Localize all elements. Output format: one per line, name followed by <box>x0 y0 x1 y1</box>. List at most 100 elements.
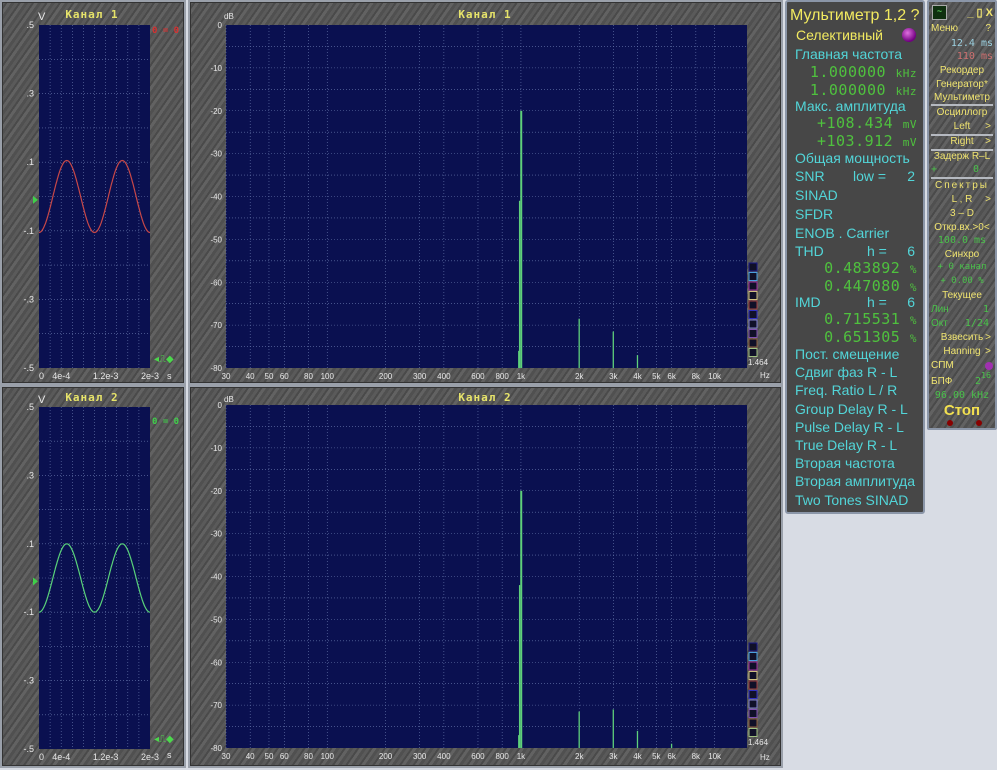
legend-swatch <box>748 300 758 310</box>
mode-indicator-icon[interactable] <box>902 28 916 42</box>
indicator-led-icon <box>976 420 982 426</box>
spectrum-peak <box>518 585 521 748</box>
y-tick-label: 0 <box>218 401 223 410</box>
current-button[interactable]: Текущее <box>931 290 993 301</box>
y-tick-label: -30 <box>210 150 222 159</box>
multimeter-item[interactable]: Пост. смещение <box>795 346 917 362</box>
legend-swatch <box>748 329 758 338</box>
multimeter-item[interactable]: Вторая частота <box>795 455 917 471</box>
y-tick-label: -20 <box>210 107 222 116</box>
y-tick-label: .3 <box>26 470 34 480</box>
max-amp-label: Макс. амплитуда <box>795 98 906 114</box>
legend-swatch <box>748 642 758 652</box>
menu-button[interactable]: Меню? <box>931 23 993 34</box>
y-tick-label: 0 <box>218 21 223 30</box>
sync-channel[interactable]: + 0 канал <box>931 262 993 272</box>
spectrum-peak <box>518 735 520 748</box>
max-amp-value-1: +108.434 mV <box>816 114 917 132</box>
control-panel: ~ _ ▯ X Меню? 12.4 ms 110 ms Рекордер Ге… <box>927 0 997 430</box>
3d-button[interactable]: 3 – D <box>931 208 993 219</box>
oscillograph-button[interactable]: Осциллогр <box>931 107 993 118</box>
x-tick-label: 3k <box>609 752 618 761</box>
delay-label[interactable]: Задерж R–L <box>931 151 993 162</box>
multimeter-panel: Мультиметр 1,2 ? Селективный Главная час… <box>785 0 925 514</box>
spectrum-panel-2: Канал 2 dB Hz 1.464 0 -10 -20 -30 -40 -50 -60-… <box>188 385 783 768</box>
multimeter-title[interactable]: Мультиметр 1,2 ? <box>790 7 919 25</box>
x-tick-label: 50 <box>265 752 274 761</box>
legend-swatch <box>748 652 758 661</box>
multimeter-item[interactable]: Two Tones SINAD <box>795 492 917 508</box>
spectrum-chart: 0-10-20-30-40-50-60-70-8030 40 50 60 80 100 20… <box>210 401 758 761</box>
enob[interactable]: ENOB . Carrier <box>795 225 917 241</box>
lin-button[interactable]: Лин 1 <box>931 304 993 315</box>
recorder-button[interactable]: Рекордер <box>931 65 993 76</box>
oct-button[interactable]: Окт 1/24 <box>931 318 993 329</box>
legend-swatch <box>748 291 758 300</box>
y-tick-label: .1 <box>26 539 34 549</box>
left-button[interactable]: Left > <box>931 121 993 132</box>
multimeter-button[interactable]: Мультиметр <box>931 92 993 103</box>
y-tick-label: -40 <box>210 193 222 202</box>
multimeter-item[interactable]: Вторая амплитуда <box>795 473 917 489</box>
right-button[interactable]: Right > <box>931 136 993 147</box>
sync-pct[interactable]: + 0.00 % <box>931 276 993 286</box>
stop-button[interactable]: Стоп <box>931 402 993 419</box>
legend-swatch <box>748 348 758 357</box>
legend-swatch <box>748 699 758 709</box>
x-tick-label: 100 <box>321 752 335 761</box>
legend-swatch <box>748 709 758 718</box>
sample-rate[interactable]: 96.00 kHz <box>931 390 993 401</box>
lr-button[interactable]: L , R > <box>931 194 993 205</box>
sync-button[interactable]: Синхро <box>931 249 993 260</box>
spectrum-peak <box>518 200 521 368</box>
open-input-button[interactable]: Откр.вх.>0< <box>931 222 993 233</box>
y-tick-label: -.3 <box>23 676 34 686</box>
x-tick-label: 8k <box>692 372 701 381</box>
x-tick-label: 50 <box>265 372 274 381</box>
x-tick-label: 300 <box>413 372 427 381</box>
y-tick-label: -40 <box>210 573 222 582</box>
x-tick-label: 2e-3 <box>141 752 159 762</box>
y-tick-label: -.5 <box>23 744 34 754</box>
sinad[interactable]: SINAD <box>795 187 917 203</box>
x-tick-label: 3k <box>609 372 618 381</box>
time-1: 12.4 ms <box>950 38 993 49</box>
fft-size[interactable]: БПФ 2 16 <box>931 370 993 387</box>
y-tick-label: .5 <box>26 402 34 412</box>
sfdr[interactable]: SFDR <box>795 206 917 222</box>
generator-button[interactable]: Генератор* <box>931 79 993 90</box>
mode-selective[interactable]: Селективный <box>796 27 917 43</box>
total-power[interactable]: Общая мощность <box>795 150 917 166</box>
spectrum-peak <box>520 110 523 368</box>
window-buttons[interactable]: _ ▯ X <box>931 6 993 19</box>
multimeter-item[interactable]: Pulse Delay R - L <box>795 419 917 435</box>
x-tick-label: 1k <box>517 752 526 761</box>
x-tick-label: 4e-4 <box>52 371 70 381</box>
x-tick-label: 4e-4 <box>52 752 70 762</box>
multimeter-item[interactable]: Group Delay R - L <box>795 401 917 417</box>
delay-value: +0 <box>931 164 979 175</box>
imd-value-1: 0.715531 % <box>824 310 917 328</box>
multimeter-item[interactable]: True Delay R - L <box>795 437 917 453</box>
imd[interactable]: IMD h = 6 <box>795 294 917 310</box>
multimeter-item[interactable]: Freq. Ratio L / R <box>795 382 917 398</box>
y-tick-label: -.1 <box>23 607 34 617</box>
x-tick-label: 2k <box>575 752 584 761</box>
thd[interactable]: THD h = 6 <box>795 243 917 259</box>
x-tick-label: 2k <box>575 372 584 381</box>
hanning-button[interactable]: Hanning > <box>931 346 993 357</box>
x-tick-label: 5k <box>652 752 661 761</box>
x-tick-label: 200 <box>379 752 393 761</box>
y-tick-label: -70 <box>210 701 222 710</box>
legend-swatch <box>748 272 758 281</box>
weigh-button[interactable]: Взвесить > <box>931 332 993 343</box>
multimeter-item[interactable]: Сдвиг фаз R - L <box>795 364 917 380</box>
spectrum-peak <box>578 318 580 368</box>
x-tick-label: 80 <box>304 752 313 761</box>
x-tick-label: 30 <box>222 372 231 381</box>
spm-indicator-icon <box>985 362 993 370</box>
x-tick-label: 4k <box>633 752 642 761</box>
x-tick-label: 40 <box>246 372 255 381</box>
snr[interactable]: SNR low = 2 <box>795 168 917 184</box>
y-tick-label: -60 <box>210 278 222 287</box>
